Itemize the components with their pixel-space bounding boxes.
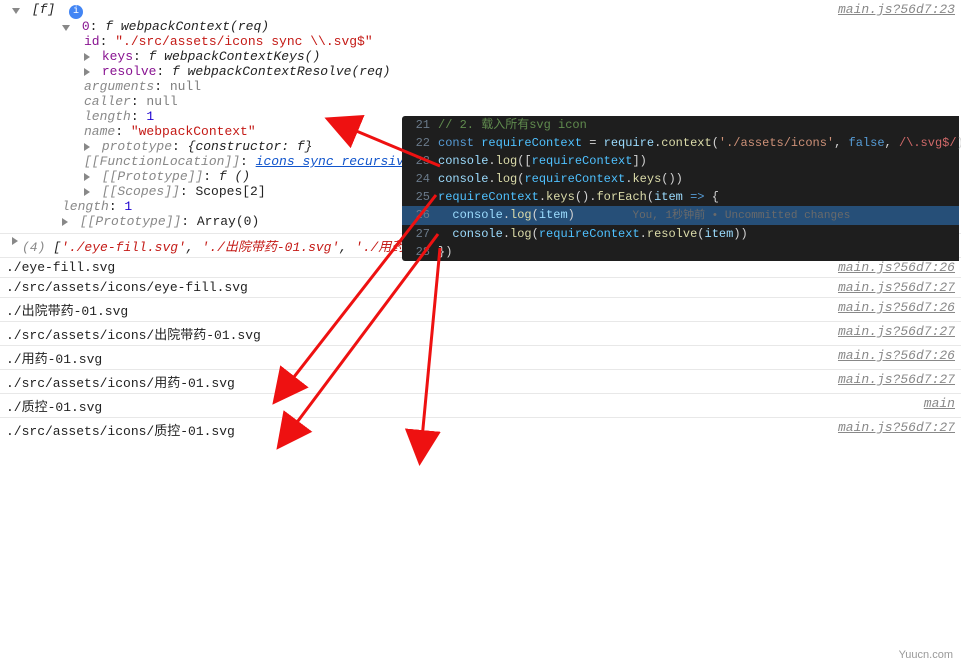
info-badge-icon[interactable]: i [69,5,83,19]
log-message: ./src/assets/icons/用药-01.svg [6,372,828,391]
expand-toggle-icon[interactable] [84,53,90,61]
code-editor-overlay: 21// 2. 载入所有svg icon22const requireConte… [402,116,959,261]
console-log-row: ./质控-01.svgmain [0,394,961,418]
console-log-row: ./src/assets/icons/用药-01.svgmain.js?56d7… [0,370,961,394]
source-link[interactable]: main.js?56d7:27 [828,372,955,387]
console-log-row: ./src/assets/icons/eye-fill.svgmain.js?5… [0,278,961,298]
expand-toggle-icon[interactable] [84,68,90,76]
expand-toggle-icon[interactable] [84,188,90,196]
array-length-prefix: (4) [22,240,53,255]
line-number: 26 [410,206,438,224]
source-link[interactable]: main.js?56d7:23 [828,2,955,19]
console-log-row: ./eye-fill.svgmain.js?56d7:26 [0,258,961,278]
editor-line[interactable]: 27 console.log(requireContext.resolve(it… [402,225,959,243]
source-link[interactable]: main.js?56d7:27 [828,420,955,435]
obj-prop-0[interactable]: 0: f webpackContext(req) [6,19,955,34]
object-summary[interactable]: [f] [32,2,55,17]
obj-prop-caller[interactable]: caller: null [6,94,955,109]
log-message: ./src/assets/icons/质控-01.svg [6,420,828,439]
source-link[interactable]: main.js?56d7:26 [828,300,955,315]
line-number: 21 [410,116,438,134]
source-link[interactable]: main.js?56d7:27 [828,324,955,339]
obj-prop-arguments[interactable]: arguments: null [6,79,955,94]
editor-line[interactable]: 23console.log([requireContext]) [402,152,959,170]
log-message: ./用药-01.svg [6,348,828,367]
expand-toggle-icon[interactable] [84,143,90,151]
line-number: 28 [410,243,438,261]
obj-prop-keys[interactable]: keys: f webpackContextKeys() [6,49,955,64]
log-message: ./eye-fill.svg [6,260,828,275]
source-link[interactable]: main.js?56d7:26 [828,348,955,363]
log-message: ./src/assets/icons/eye-fill.svg [6,280,828,295]
editor-line[interactable]: 25requireContext.keys().forEach(item => … [402,188,959,206]
line-number: 27 [410,225,438,243]
console-log-row: ./出院带药-01.svgmain.js?56d7:26 [0,298,961,322]
editor-line[interactable]: 24console.log(requireContext.keys()) [402,170,959,188]
source-link[interactable]: main [914,396,955,411]
expand-toggle-icon[interactable] [84,173,90,181]
line-number: 22 [410,134,438,152]
editor-line[interactable]: 21// 2. 载入所有svg icon [402,116,959,134]
console-log-row: ./用药-01.svgmain.js?56d7:26 [0,346,961,370]
log-message: ./src/assets/icons/出院带药-01.svg [6,324,828,343]
watermark: Yuucn.com [899,649,953,661]
expand-toggle-icon[interactable] [62,218,68,226]
editor-line[interactable]: 22const requireContext = require.context… [402,134,959,152]
expand-toggle-icon[interactable] [62,25,70,31]
expand-toggle-icon[interactable] [12,237,18,245]
obj-prop-id[interactable]: id: "./src/assets/icons sync \\.svg$" [6,34,955,49]
editor-line[interactable]: 28}) [402,243,959,261]
console-log-row: ./src/assets/icons/质控-01.svgmain.js?56d7… [0,418,961,441]
log-message: ./质控-01.svg [6,396,914,415]
console-log-row: ./src/assets/icons/出院带药-01.svgmain.js?56… [0,322,961,346]
expand-toggle-icon[interactable] [12,8,20,14]
editor-line[interactable]: 26 console.log(item) You, 1秒钟前 • Uncommi… [402,206,959,225]
obj-prop-resolve[interactable]: resolve: f webpackContextResolve(req) [6,64,955,79]
source-link[interactable]: main.js?56d7:26 [828,260,955,275]
line-number: 23 [410,152,438,170]
line-number: 24 [410,170,438,188]
source-link[interactable]: main.js?56d7:27 [828,280,955,295]
line-number: 25 [410,188,438,206]
log-message: ./出院带药-01.svg [6,300,828,319]
